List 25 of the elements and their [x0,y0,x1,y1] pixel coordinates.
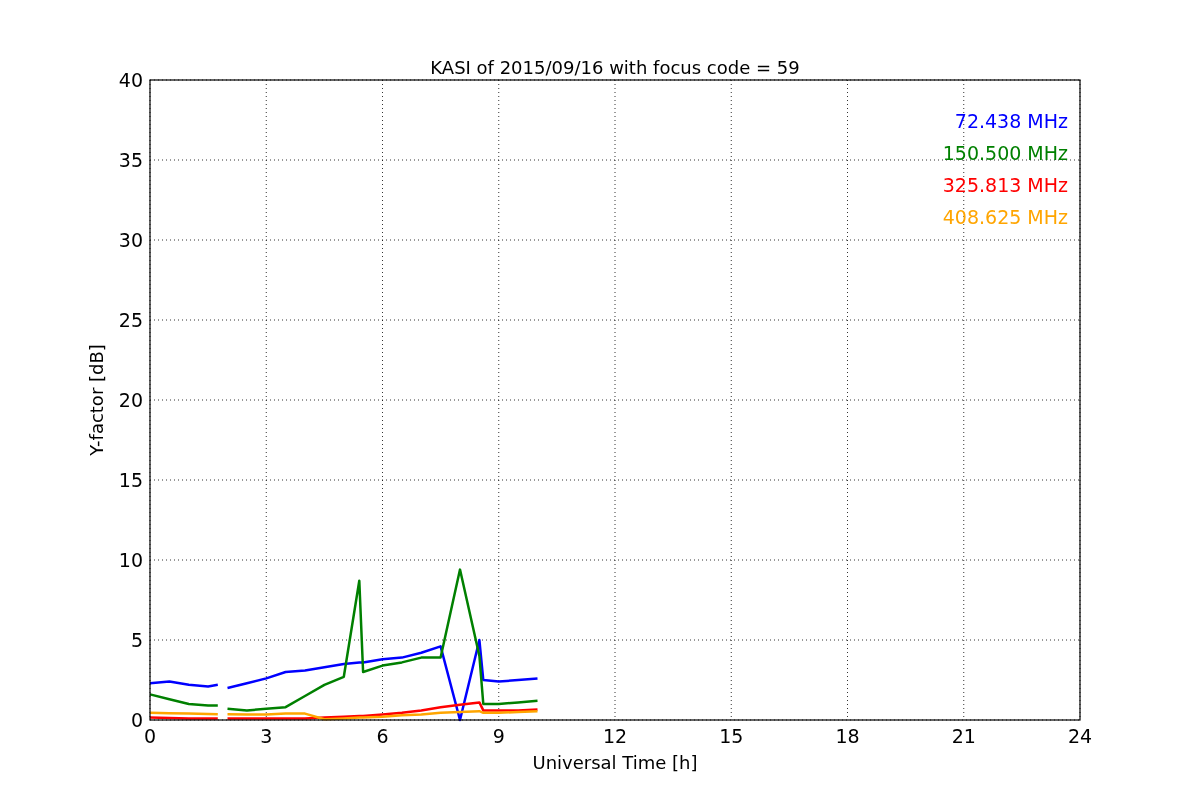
y-tick-label: 30 [118,229,143,251]
y-tick-label: 15 [118,469,143,491]
y-tick-label: 20 [118,389,143,411]
y-axis-label: Y-factor [dB] [86,344,107,456]
x-tick-label: 6 [376,725,389,747]
x-tick-label: 3 [260,725,273,747]
x-tick-label: 24 [1067,725,1093,747]
legend-label: 150.500 MHz [942,142,1068,164]
x-tick-label: 15 [719,725,744,747]
y-tick-label: 0 [130,709,143,731]
x-tick-label: 12 [602,725,628,747]
x-axis-label: Universal Time [h] [532,752,698,773]
legend-label: 325.813 MHz [942,174,1068,196]
x-tick-label: 21 [951,725,976,747]
x-tick-label: 9 [492,725,505,747]
legend-label: 408.625 MHz [942,206,1068,228]
y-tick-label: 35 [118,149,143,171]
legend-label: 72.438 MHz [954,110,1068,132]
chart-title: KASI of 2015/09/16 with focus code = 59 [430,57,800,78]
y-tick-label: 40 [118,69,143,91]
y-tick-label: 5 [130,629,143,651]
y-tick-label: 10 [118,549,143,571]
x-tick-label: 0 [143,725,157,747]
y-tick-label: 25 [118,309,143,331]
x-tick-label: 18 [835,725,860,747]
